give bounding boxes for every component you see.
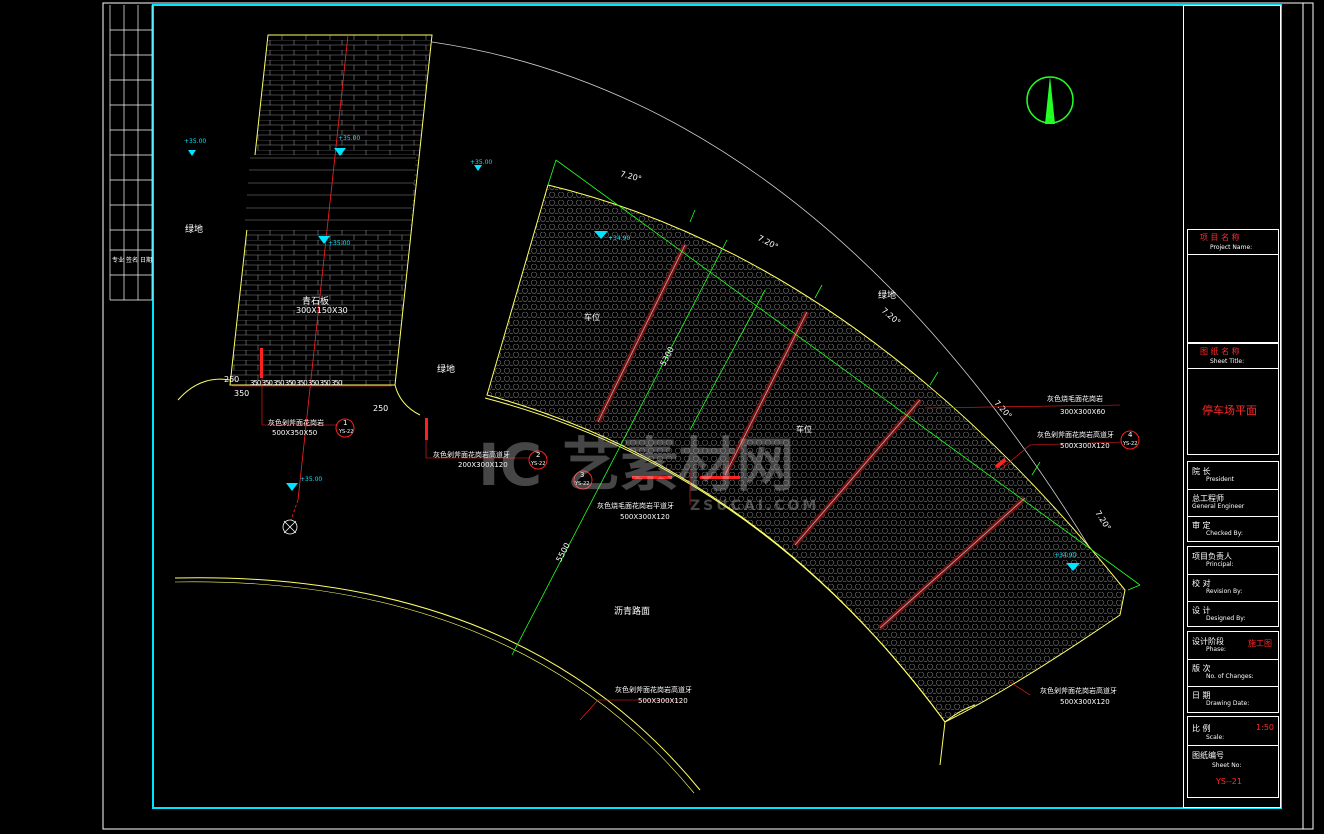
bluestone-path — [229, 34, 433, 521]
ref1-sheet: YS-22 — [339, 429, 354, 435]
tb-checked-en: Checked By: — [1206, 530, 1243, 537]
tb-sheetno-en: Sheet No: — [1212, 762, 1242, 769]
tb-title-box: 图 纸 名 称 Sheet Title: 停车场平面 — [1187, 343, 1279, 455]
title-block: 项 目 名 称 Project Name: 图 纸 名 称 Sheet Titl… — [1183, 5, 1281, 808]
north-arrow — [1026, 76, 1074, 124]
tb-sign-box-2: 项目负责人 Principal: 校 对 Revision By: 设 计 De… — [1187, 546, 1279, 627]
curb1-size: 500X350X50 — [272, 429, 318, 437]
left-strip-text-a: 专业 — [112, 256, 124, 264]
watermark: IC 艺素材网 — [478, 431, 795, 499]
curb4-name: 灰色烧毛面花岗岩 — [1047, 395, 1103, 403]
tb-phase-en: Phase: — [1206, 646, 1226, 653]
dim-250-right: 250 — [373, 404, 389, 413]
bluestone-size: 300X150X30 — [296, 306, 348, 315]
curb6-name: 灰色剁斧面花岗岩高道牙 — [1040, 687, 1117, 695]
level-1: +35.00 — [184, 138, 207, 145]
dim-350-sequence: 350 350 350 350 350 350 350 350 — [250, 379, 342, 387]
tb-scale-value: 1:50 — [1256, 723, 1274, 732]
curb6-size: 500X300X120 — [1060, 698, 1110, 706]
section-mark-1 — [260, 348, 263, 378]
tb-project-cn: 项 目 名 称 — [1200, 233, 1240, 242]
left-strip-text-b: 签名 — [126, 256, 138, 264]
level-2: +35.00 — [338, 135, 361, 142]
tb-date-en: Drawing Date: — [1206, 700, 1250, 707]
level-3: +35.00 — [328, 240, 351, 247]
section-mark-2 — [425, 418, 428, 440]
tb-president-en: President — [1206, 476, 1234, 483]
curb1-name: 灰色剁斧面花岗岩 — [268, 419, 324, 427]
curb5-size: 500X300X120 — [1060, 442, 1110, 450]
curb5-name: 灰色剁斧面花岗岩高道牙 — [1037, 431, 1114, 439]
curb3-size: 500X300X120 — [620, 513, 670, 521]
tb-scale-box: 比 例 1:50 Scale: 图纸编号 Sheet No: YS--21 — [1187, 716, 1279, 798]
dim-350-left: 350 — [234, 389, 250, 398]
left-strip-text-c: 日期 — [140, 256, 152, 264]
tb-title-cn: 图 纸 名 称 — [1200, 347, 1240, 356]
tb-revision-en: Revision By: — [1206, 588, 1243, 595]
asphalt-label: 沥青路面 — [614, 607, 651, 617]
lawn-label-right: 绿地 — [878, 291, 897, 301]
tb-scale-cn: 比 例 — [1192, 724, 1211, 733]
ref1-num: 1 — [343, 419, 348, 427]
lawn-label-mid: 绿地 — [437, 365, 456, 375]
lawn-label-left: 绿地 — [185, 225, 204, 235]
tb-principal-en: Principal: — [1206, 561, 1234, 568]
tb-phase-value: 施工图 — [1248, 639, 1272, 648]
curb7-name: 灰色剁斧面花岗岩高道牙 — [615, 686, 692, 694]
path-curb-left — [177, 378, 231, 401]
level-4: +35.00 — [470, 159, 493, 166]
parking-label-1: 车位 — [584, 313, 600, 322]
tb-scale-en: Scale: — [1206, 734, 1225, 741]
tb-engineer-en: General Engineer — [1192, 503, 1245, 510]
dim-250-left: 250 — [224, 375, 240, 384]
tb-project-box: 项 目 名 称 Project Name: — [1187, 229, 1279, 343]
tb-title-en: Sheet Title: — [1210, 358, 1245, 365]
cad-drawing-canvas: 专业 签名 日期 — [102, 2, 1314, 830]
tb-sheetno-cn: 图纸编号 — [1192, 751, 1224, 760]
level-7: +34.90 — [1054, 552, 1077, 559]
tb-designed-en: Designed By: — [1206, 615, 1246, 622]
parking-label-2: 车位 — [796, 425, 812, 434]
tb-sheetno-value: YS--21 — [1216, 777, 1242, 786]
ref4-num: 4 — [1128, 431, 1133, 439]
watermark-sub: ZSUCAI.COM — [690, 498, 820, 514]
left-signature-strip — [109, 5, 153, 301]
ref4-sheet: YS-22 — [1123, 441, 1138, 447]
curb3-name: 灰色烧毛面花岗岩平道牙 — [597, 502, 674, 510]
curb7-size: 500X300X120 — [638, 697, 688, 705]
cut-symbol — [282, 519, 298, 535]
tb-title-value: 停车场平面 — [1202, 404, 1257, 417]
level-5: +34.90 — [608, 235, 631, 242]
level-6: +35.00 — [300, 476, 323, 483]
tb-changes-en: No. of Changes: — [1206, 673, 1254, 680]
tb-sign-box-1: 院 长 President 总工程师 General Engineer 审 定 … — [1187, 461, 1279, 542]
tb-project-en: Project Name: — [1210, 244, 1253, 251]
curb4-size: 300X300X60 — [1060, 408, 1106, 416]
path-curb-right — [394, 384, 421, 416]
tb-phase-box: 设计阶段 施工图 Phase: 版 次 No. of Changes: 日 期 D… — [1187, 631, 1279, 713]
